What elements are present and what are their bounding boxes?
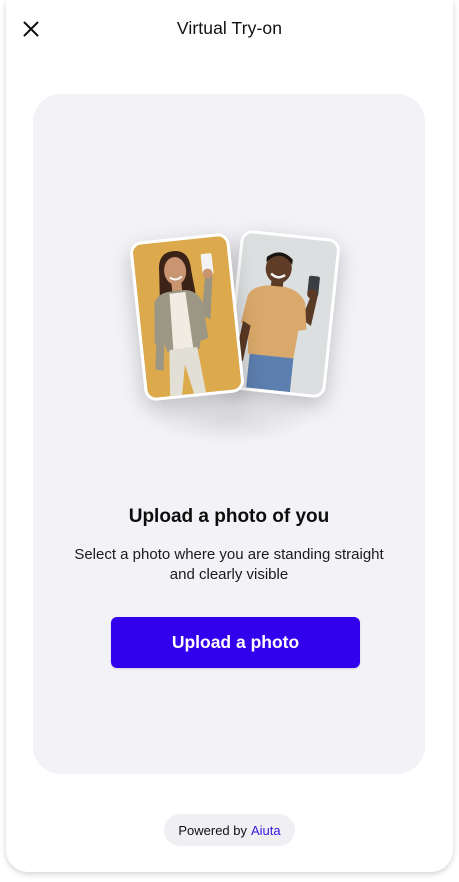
- powered-by-label: Powered by: [178, 822, 247, 838]
- upload-photo-button[interactable]: Upload a photo: [111, 617, 360, 668]
- woman-selfie-photo: [128, 232, 246, 402]
- photo-shadow: [148, 394, 313, 444]
- header: Virtual Try-on: [6, 0, 453, 58]
- try-on-sheet: Virtual Try-on Upload a photo of you Sel…: [6, 0, 453, 872]
- powered-by-badge: Powered by Aiuta: [164, 814, 295, 846]
- upload-description: Select a photo where you are standing st…: [74, 546, 384, 583]
- page-title: Virtual Try-on: [176, 18, 283, 38]
- brand-link[interactable]: Aiuta: [251, 823, 281, 838]
- example-photos: [33, 94, 425, 454]
- upload-heading: Upload a photo of you: [128, 506, 330, 527]
- upload-card: Upload a photo of you Select a photo whe…: [33, 94, 425, 774]
